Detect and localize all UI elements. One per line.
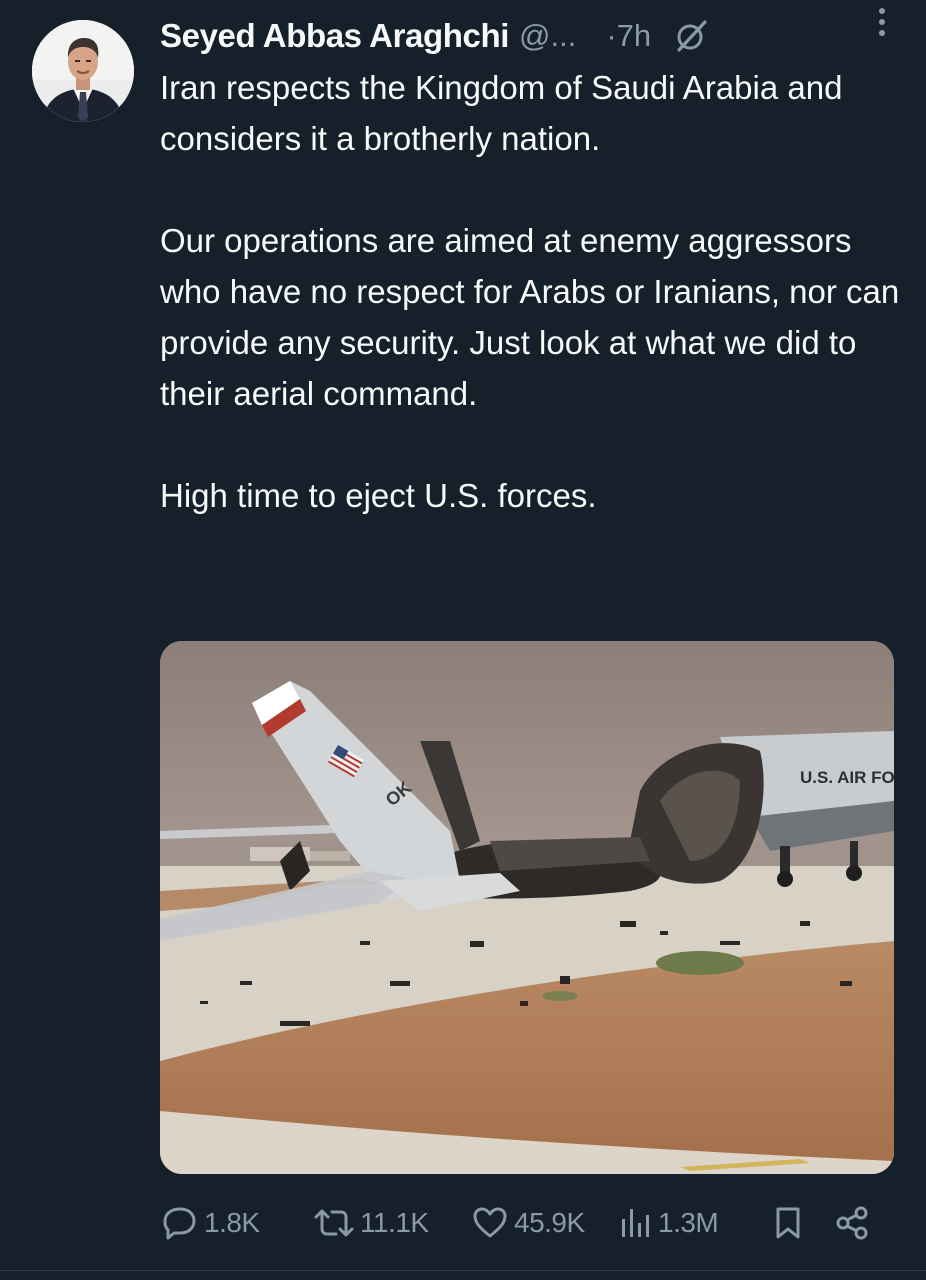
- avatar-photo: [32, 20, 134, 122]
- tweet-actions: 1.8K 11.1K 45.9K 1.3M: [160, 1196, 880, 1250]
- bookmark-icon: [776, 1207, 800, 1239]
- author-handle[interactable]: @...: [519, 18, 576, 54]
- wrecked-aircraft-photo: OK U.S. AIR FORC: [160, 641, 894, 1174]
- tweet-paragraph: Iran respects the Kingdom of Saudi Arabi…: [160, 69, 843, 157]
- divider: [0, 1270, 926, 1271]
- like-count: 45.9K: [514, 1207, 585, 1238]
- views-icon: [622, 1209, 649, 1237]
- tweet: Seyed Abbas Araghchi @... ·7h Iran respe…: [0, 0, 926, 1280]
- tweet-text: Iran respects the Kingdom of Saudi Arabi…: [160, 62, 900, 521]
- repost-count: 11.1K: [360, 1207, 429, 1238]
- tweet-image[interactable]: OK U.S. AIR FORC: [160, 641, 894, 1174]
- tweet-paragraph: High time to eject U.S. forces.: [160, 477, 597, 514]
- more-options-icon[interactable]: [864, 4, 900, 40]
- repost-button[interactable]: 11.1K: [312, 1196, 429, 1250]
- repost-icon: [314, 1209, 354, 1237]
- reply-count: 1.8K: [204, 1207, 260, 1238]
- avatar[interactable]: [32, 20, 134, 122]
- fuselage-text: U.S. AIR FORC: [800, 768, 894, 787]
- heart-icon: [473, 1207, 507, 1238]
- views-count: 1.3M: [658, 1207, 719, 1238]
- timestamp[interactable]: ·7h: [606, 18, 651, 54]
- views-button[interactable]: 1.3M: [618, 1196, 719, 1250]
- grok-icon[interactable]: [673, 18, 709, 54]
- like-button[interactable]: 45.9K: [470, 1196, 585, 1250]
- reply-button[interactable]: 1.8K: [160, 1196, 260, 1250]
- tweet-header: Seyed Abbas Araghchi @... ·7h: [160, 14, 900, 58]
- tweet-paragraph: Our operations are aimed at enemy aggres…: [160, 222, 900, 412]
- author-name[interactable]: Seyed Abbas Araghchi: [160, 17, 509, 55]
- bookmark-button[interactable]: [770, 1196, 806, 1250]
- share-icon: [836, 1206, 868, 1240]
- share-button[interactable]: [832, 1196, 872, 1250]
- reply-icon: [163, 1207, 196, 1240]
